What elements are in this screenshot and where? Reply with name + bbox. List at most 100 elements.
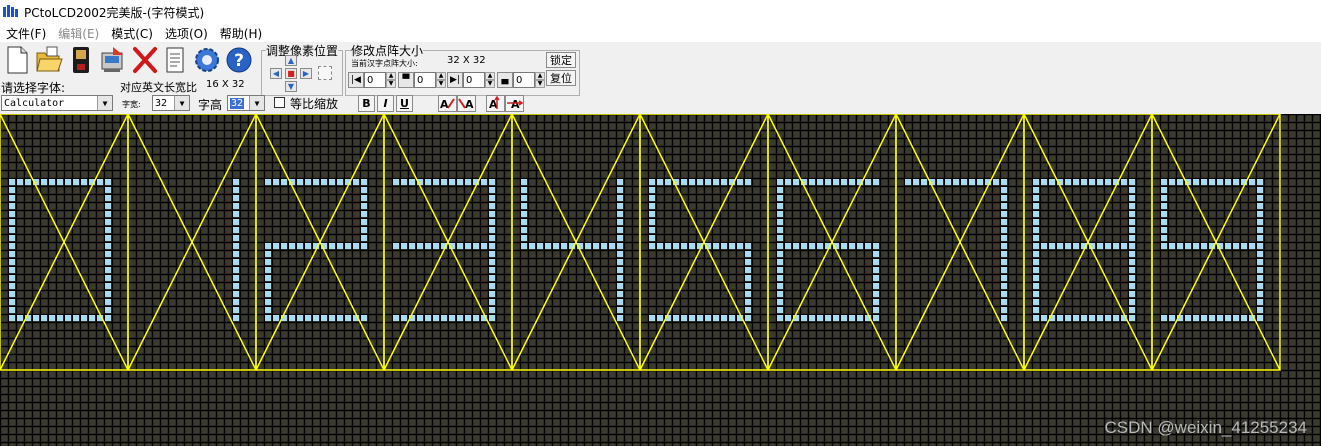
menu-options[interactable]: 选项(O) (159, 25, 214, 42)
top-margin-stepper[interactable]: ▲ ▼ (436, 72, 446, 88)
pixel-on (905, 179, 911, 185)
pixel-on (417, 315, 423, 321)
pixel-on (1161, 235, 1167, 241)
pixel-on (1257, 275, 1263, 281)
top-margin-spin[interactable]: 0 (414, 72, 436, 88)
pixel-on (1129, 291, 1135, 297)
pixel-on (457, 243, 463, 249)
pixel-on (361, 315, 367, 321)
pixel-on (1161, 179, 1167, 185)
pixel-on (1225, 315, 1231, 321)
pixel-on (1073, 243, 1079, 249)
help-button[interactable]: ? (224, 44, 254, 76)
left-margin-stepper[interactable]: ▲ ▼ (386, 72, 396, 88)
dot-matrix-canvas[interactable] (0, 114, 1321, 446)
pixel-on (841, 315, 847, 321)
open-button[interactable] (34, 44, 64, 76)
pixel-on (1241, 243, 1247, 249)
pixel-on (393, 243, 399, 249)
flip-horizontal-button[interactable]: A (505, 95, 524, 112)
bottom-margin-stepper[interactable]: ▲ ▼ (535, 72, 545, 88)
menu-help[interactable]: 帮助(H) (214, 25, 268, 42)
pixel-on (489, 267, 495, 273)
pixel-on (489, 275, 495, 281)
italic-button[interactable]: I (377, 95, 394, 112)
pixel-on (489, 195, 495, 201)
pixel-on (1129, 211, 1135, 217)
pixel-on (105, 219, 111, 225)
document-button[interactable] (160, 44, 190, 76)
pixel-on (873, 315, 879, 321)
pixel-on (105, 251, 111, 257)
font-select[interactable]: Calculator ▼ (1, 95, 113, 111)
height-select[interactable]: 32 ▼ (227, 95, 265, 111)
pixel-on (545, 243, 551, 249)
delete-button[interactable] (130, 44, 160, 76)
pixel-on (1105, 315, 1111, 321)
pixel-on (1081, 315, 1087, 321)
underline-button[interactable]: U (396, 95, 413, 112)
new-button[interactable] (2, 44, 32, 76)
right-margin-icon-button[interactable]: ▶| (447, 72, 463, 88)
dotted-frame-button[interactable] (318, 66, 332, 80)
move-left-button[interactable]: ◀ (270, 68, 282, 79)
flip-vertical-button[interactable]: A (486, 95, 505, 112)
pixel-on (41, 315, 47, 321)
rotate-left-button[interactable]: A (438, 95, 457, 112)
bottom-margin-spin[interactable]: 0 (513, 72, 535, 88)
pixel-on (593, 243, 599, 249)
menu-mode[interactable]: 模式(C) (105, 25, 159, 42)
center-button[interactable]: ■ (285, 68, 297, 79)
restore-button[interactable]: 复位 (546, 70, 576, 86)
pixel-on (1201, 179, 1207, 185)
move-down-button[interactable]: ▼ (285, 81, 297, 92)
bottom-margin-icon-button[interactable]: ▄ (497, 72, 513, 88)
pixel-on (649, 227, 655, 233)
pixel-on (705, 179, 711, 185)
move-right-button[interactable]: ▶ (300, 68, 312, 79)
pixel-on (417, 243, 423, 249)
width-select[interactable]: 32 ▼ (152, 95, 190, 111)
pixel-on (489, 227, 495, 233)
right-margin-spin[interactable]: 0 (463, 72, 485, 88)
pixel-on (49, 179, 55, 185)
export-button[interactable] (98, 44, 128, 76)
pixel-on (57, 179, 63, 185)
pixel-on (361, 227, 367, 233)
pixel-on (1257, 315, 1263, 321)
pixel-on (777, 179, 783, 185)
pixel-on (89, 315, 95, 321)
pixel-on (873, 291, 879, 297)
pixel-on (689, 179, 695, 185)
pixel-on (1161, 203, 1167, 209)
pixel-on (777, 251, 783, 257)
bold-button[interactable]: B (358, 95, 375, 112)
top-margin-icon-button[interactable]: ▀ (398, 72, 414, 88)
save-button[interactable] (66, 44, 96, 76)
right-margin-stepper[interactable]: ▲ ▼ (485, 72, 495, 88)
pixel-on (745, 315, 751, 321)
menu-file[interactable]: 文件(F) (0, 25, 52, 42)
pixel-on (1073, 315, 1079, 321)
pixel-on (105, 307, 111, 313)
pixel-on (777, 283, 783, 289)
pixel-on (961, 179, 967, 185)
pixel-on (649, 243, 655, 249)
pixel-on (1257, 307, 1263, 313)
pixel-on (1225, 179, 1231, 185)
left-margin-spin[interactable]: 0 (364, 72, 386, 88)
menu-edit[interactable]: 编辑(E) (52, 25, 105, 42)
pixel-on (305, 243, 311, 249)
pixel-on (873, 307, 879, 313)
settings-button[interactable] (192, 44, 222, 76)
pixel-on (1161, 243, 1167, 249)
pixel-on (617, 179, 623, 185)
lock-button[interactable]: 锁定 (546, 52, 576, 68)
pixel-on (433, 315, 439, 321)
pixel-on (1089, 179, 1095, 185)
left-margin-icon-button[interactable]: |◀ (348, 72, 364, 88)
proportional-checkbox[interactable] (274, 97, 285, 108)
rotate-right-button[interactable]: A (457, 95, 476, 112)
move-up-button[interactable]: ▲ (285, 55, 297, 66)
pixel-on (945, 179, 951, 185)
